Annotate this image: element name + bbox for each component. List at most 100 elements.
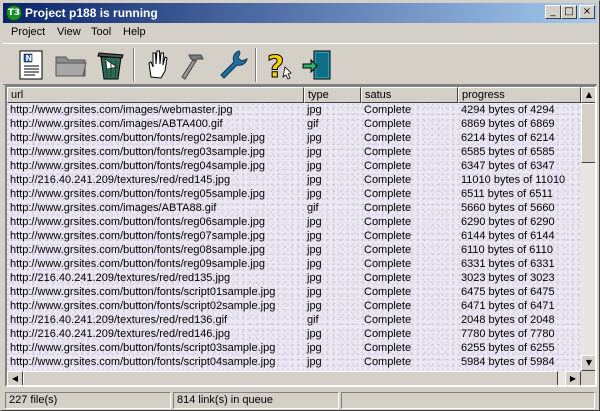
column-header-type[interactable]: type (304, 87, 361, 103)
table-row[interactable]: http://www.grsites.com/button/fonts/reg0… (7, 131, 581, 145)
table-row[interactable]: http://www.grsites.com/button/fonts/reg0… (7, 215, 581, 229)
url-cell: http://www.grsites.com/images/ABTA400.gi… (10, 118, 223, 130)
horizontal-scroll-thumb[interactable] (23, 371, 558, 385)
svg-text:N: N (26, 54, 33, 63)
table-row[interactable]: http://216.40.241.209/textures/red/red14… (7, 327, 581, 341)
menu-view[interactable]: View (57, 26, 81, 38)
app-window: T3 Project p188 is running _ □ × Project… (0, 0, 600, 411)
table-row[interactable]: http://www.grsites.com/button/fonts/reg0… (7, 187, 581, 201)
new-project-button[interactable]: N (13, 47, 49, 83)
progress-cell: 6255 bytes of 6255 (461, 342, 555, 354)
url-cell: http://www.grsites.com/button/fonts/reg0… (10, 258, 265, 270)
svg-text:?: ? (267, 50, 284, 83)
minimize-button[interactable]: _ (545, 5, 561, 19)
help-button[interactable]: ? (261, 47, 297, 86)
table-row[interactable]: http://www.grsites.com/button/fonts/scri… (7, 341, 581, 355)
close-button[interactable]: × (579, 5, 595, 19)
toolbar-separator (255, 48, 257, 82)
download-rows: http://www.grsites.com/images/webmaster.… (7, 103, 581, 371)
delete-button[interactable] (93, 47, 129, 83)
exit-door-icon (302, 50, 331, 80)
column-header-status[interactable]: satus (361, 87, 458, 103)
status-cell: Complete (364, 216, 412, 228)
status-cell: Complete (364, 342, 412, 354)
table-row[interactable]: http://www.grsites.com/button/fonts/scri… (7, 355, 581, 369)
exit-button[interactable] (299, 47, 335, 83)
table-row[interactable]: http://216.40.241.209/textures/red/red14… (7, 173, 581, 187)
vertical-scrollbar[interactable]: ▲ ▼ (581, 87, 595, 371)
url-cell: http://www.grsites.com/button/fonts/scri… (10, 356, 276, 368)
progress-cell: 3023 bytes of 3023 (461, 272, 555, 284)
type-cell: jpg (307, 300, 322, 312)
progress-cell: 4294 bytes of 4294 (461, 104, 555, 116)
scroll-down-button[interactable]: ▼ (581, 355, 595, 371)
url-cell: http://www.grsites.com/button/fonts/reg0… (10, 216, 265, 228)
status-cell: Complete (364, 258, 412, 270)
table-row[interactable]: http://www.grsites.com/images/ABTA400.gi… (7, 117, 581, 131)
vertical-scroll-thumb[interactable] (581, 103, 595, 163)
url-cell: http://216.40.241.209/textures/red/red14… (10, 328, 231, 340)
table-row[interactable]: http://www.grsites.com/button/fonts/reg0… (7, 159, 581, 173)
progress-cell: 5660 bytes of 5660 (461, 202, 555, 214)
open-folder-icon (55, 56, 87, 77)
download-list: url type satus progress http://www.grsit… (5, 85, 597, 387)
menu-help[interactable]: Help (123, 26, 146, 38)
menu-tool[interactable]: Tool (91, 26, 111, 38)
status-cell: Complete (364, 300, 412, 312)
horizontal-scrollbar[interactable]: ◀ ▶ (7, 371, 581, 385)
status-cell: Complete (364, 188, 412, 200)
type-cell: jpg (307, 230, 322, 242)
status-cell: Complete (364, 328, 412, 340)
status-cell: Complete (364, 272, 412, 284)
type-cell: gif (307, 314, 319, 326)
url-cell: http://216.40.241.209/textures/red/red13… (10, 272, 231, 284)
menu-bar: Project View Tool Help (3, 24, 597, 42)
table-row[interactable]: http://216.40.241.209/textures/red/red13… (7, 271, 581, 285)
progress-cell: 6144 bytes of 6144 (461, 230, 555, 242)
url-cell: http://www.grsites.com/button/fonts/reg0… (10, 132, 265, 144)
menu-project[interactable]: Project (11, 26, 45, 38)
scroll-right-button[interactable]: ▶ (565, 371, 581, 385)
table-row[interactable]: http://216.40.241.209/textures/red/red13… (7, 313, 581, 327)
url-cell: http://www.grsites.com/images/ABTA88.gif (10, 202, 217, 214)
table-row[interactable]: http://www.grsites.com/images/ABTA88.gif… (7, 201, 581, 215)
type-cell: gif (307, 202, 319, 214)
table-row[interactable]: http://www.grsites.com/button/fonts/scri… (7, 299, 581, 313)
help-icon: ? (267, 50, 292, 86)
status-cell: Complete (364, 286, 412, 298)
status-bar: 227 file(s) 814 link(s) in queue (3, 390, 597, 410)
build-button[interactable] (175, 47, 211, 83)
column-header-progress[interactable]: progress (458, 87, 581, 103)
table-row[interactable]: http://www.grsites.com/images/webmaster.… (7, 103, 581, 117)
status-cell: Complete (364, 160, 412, 172)
stop-button[interactable] (139, 47, 175, 83)
settings-button[interactable] (215, 47, 251, 83)
status-panel-empty (341, 392, 595, 409)
column-header-url[interactable]: url (7, 87, 304, 103)
queue-status: 814 link(s) in queue (173, 392, 339, 409)
table-row[interactable]: http://www.grsites.com/button/fonts/scri… (7, 285, 581, 299)
maximize-button[interactable]: □ (561, 5, 577, 19)
progress-cell: 6347 bytes of 6347 (461, 160, 555, 172)
status-cell: Complete (364, 202, 412, 214)
table-row[interactable]: http://www.grsites.com/button/fonts/reg0… (7, 229, 581, 243)
url-cell: http://www.grsites.com/button/fonts/reg0… (10, 230, 265, 242)
scroll-up-button[interactable]: ▲ (581, 87, 595, 103)
open-project-button[interactable] (53, 47, 89, 83)
title-bar[interactable]: T3 Project p188 is running _ □ × (3, 3, 597, 23)
app-icon[interactable]: T3 (6, 5, 22, 21)
status-cell: Complete (364, 314, 412, 326)
progress-cell: 6869 bytes of 6869 (461, 118, 555, 130)
status-cell: Complete (364, 244, 412, 256)
status-cell: Complete (364, 230, 412, 242)
url-cell: http://216.40.241.209/textures/red/red14… (10, 174, 231, 186)
progress-cell: 5984 bytes of 5984 (461, 356, 555, 368)
table-row[interactable]: http://www.grsites.com/button/fonts/reg0… (7, 243, 581, 257)
type-cell: gif (307, 118, 319, 130)
progress-cell: 6585 bytes of 6585 (461, 146, 555, 158)
status-cell: Complete (364, 118, 412, 130)
table-row[interactable]: http://www.grsites.com/button/fonts/reg0… (7, 257, 581, 271)
table-row[interactable]: http://www.grsites.com/button/fonts/reg0… (7, 145, 581, 159)
progress-cell: 6214 bytes of 6214 (461, 132, 555, 144)
scroll-left-button[interactable]: ◀ (7, 371, 23, 385)
